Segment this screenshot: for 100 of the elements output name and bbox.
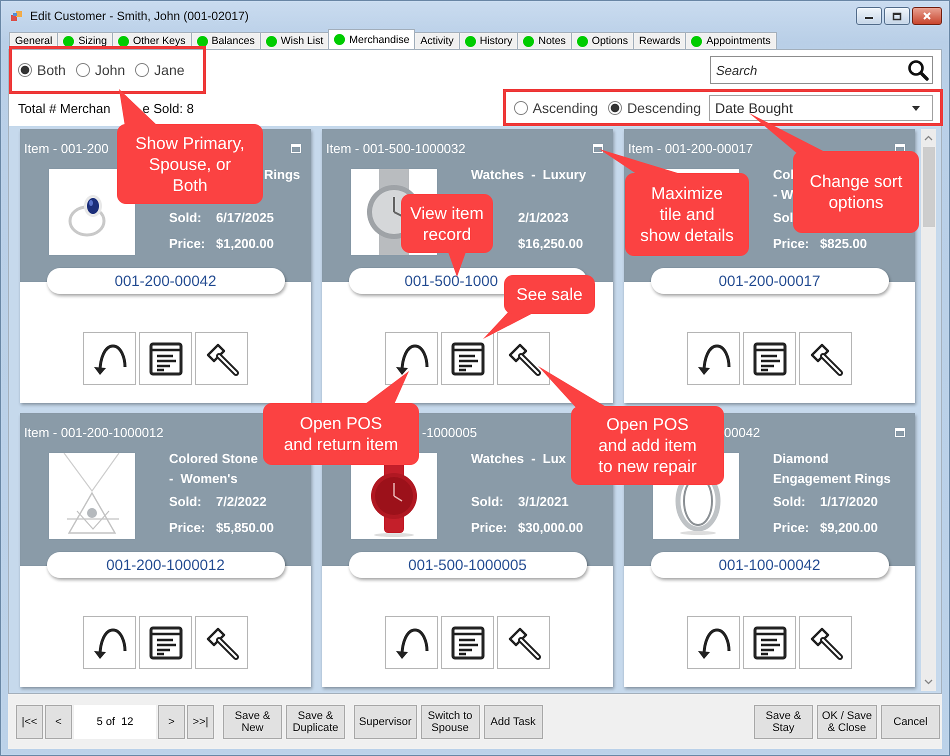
action-button[interactable]: Save & New — [223, 704, 282, 738]
price-label: Price: — [773, 519, 810, 537]
scrollbar[interactable] — [921, 129, 936, 691]
tab[interactable]: Notes — [517, 32, 572, 49]
sold-date: 3/1/2021 — [518, 493, 569, 511]
return-button[interactable] — [83, 332, 136, 385]
price-value: $825.00 — [820, 235, 867, 253]
item-number-link[interactable]: 001-200-00017 — [650, 268, 888, 294]
item-title: Item - 001-200 — [24, 140, 109, 156]
repair-button[interactable] — [497, 616, 550, 669]
maximize-tile-button[interactable] — [895, 428, 905, 436]
price-value: $9,200.00 — [820, 519, 878, 537]
scroll-down-icon — [924, 679, 933, 685]
first-page-button[interactable]: |<< — [16, 704, 43, 738]
sale-record-button[interactable] — [743, 332, 796, 385]
sold-label: Sol — [773, 209, 794, 227]
sale-record-button[interactable] — [441, 332, 494, 385]
item-number-link[interactable]: 001-500-1000005 — [348, 552, 586, 578]
item-number-link[interactable]: 001-200-00042 — [46, 268, 284, 294]
return-button[interactable] — [83, 616, 136, 669]
return-button[interactable] — [385, 616, 438, 669]
total-sold-label: Total # Merchan — [18, 100, 110, 116]
tab[interactable]: Merchandise — [328, 29, 416, 49]
category-label: Watches - Luxury — [471, 166, 586, 184]
action-button[interactable]: Add Task — [484, 704, 543, 738]
maximize-tile-button[interactable] — [593, 144, 603, 152]
document-icon — [148, 624, 184, 660]
maximize-icon — [892, 12, 902, 20]
category-label: Colored Stone — [169, 450, 258, 468]
category-label: Watches - Lux — [471, 450, 566, 468]
minimize-button[interactable] — [856, 7, 882, 25]
sale-record-button[interactable] — [441, 616, 494, 669]
action-button[interactable]: OK / Save & Close — [816, 704, 877, 738]
maximize-button[interactable] — [884, 7, 910, 25]
last-page-button[interactable]: >>| — [187, 704, 214, 738]
price-value: $1,200.00 — [216, 235, 274, 253]
tab[interactable]: History — [458, 32, 518, 49]
sold-date: 1/17/2020 — [820, 493, 878, 511]
tab[interactable]: Balances — [190, 32, 261, 49]
sold-date: 2/1/2023 — [518, 209, 569, 227]
tab[interactable]: Rewards — [632, 32, 686, 49]
return-button[interactable] — [385, 332, 438, 385]
maximize-icon — [895, 428, 905, 436]
next-page-button[interactable]: > — [158, 704, 185, 738]
repair-button[interactable] — [497, 332, 550, 385]
action-button[interactable]: Switch to Spouse — [420, 704, 480, 738]
document-icon — [148, 340, 184, 376]
page-position-field[interactable]: 5 of 12 — [74, 704, 156, 738]
sale-record-button[interactable] — [139, 616, 192, 669]
document-icon — [450, 340, 486, 376]
sold-date: 7/2/2022 — [216, 493, 267, 511]
price-label: Price: — [773, 235, 810, 253]
price-value: $30,000.00 — [518, 519, 584, 537]
category-label: - W — [773, 186, 794, 204]
maximize-tile-button[interactable] — [291, 144, 301, 152]
action-button[interactable]: Supervisor — [354, 704, 417, 738]
radio-button[interactable]: Both — [18, 62, 66, 78]
tab[interactable]: Options — [570, 32, 634, 49]
search-field[interactable]: Search — [710, 56, 933, 84]
scroll-up-icon — [924, 135, 933, 141]
sale-record-button[interactable] — [139, 332, 192, 385]
tab[interactable]: Appointments — [685, 32, 777, 49]
maximize-icon — [291, 144, 301, 152]
action-button[interactable]: Save & Stay — [754, 704, 813, 738]
sold-label: Sold: — [169, 209, 202, 227]
radio-button[interactable]: Descending — [608, 100, 701, 116]
sort-dropdown[interactable]: Date Bought — [709, 95, 933, 121]
app-icon — [10, 8, 24, 22]
tab[interactable]: Activity — [414, 32, 460, 49]
repair-button[interactable] — [195, 332, 248, 385]
close-icon — [922, 11, 932, 21]
return-button[interactable] — [687, 332, 740, 385]
action-button[interactable]: Save & Duplicate — [286, 704, 345, 738]
radio-button[interactable]: John — [76, 62, 126, 78]
sold-label: Sold: — [773, 493, 806, 511]
price-value: $5,850.00 — [216, 519, 274, 537]
item-number-link[interactable]: 001-100-00042 — [650, 552, 888, 578]
action-button[interactable]: Cancel — [881, 704, 940, 738]
total-sold-label: e Sold: 8 — [142, 100, 194, 116]
return-button[interactable] — [687, 616, 740, 669]
item-title: Item - 001-200-00017 — [628, 140, 754, 156]
repair-button[interactable] — [799, 616, 852, 669]
sold-date: 6/17/2025 — [216, 209, 274, 227]
item-title: Item - 001-200-1000012 — [24, 424, 164, 440]
price-label: Price: — [169, 235, 206, 253]
category-label: Rings — [264, 166, 300, 184]
sale-record-button[interactable] — [743, 616, 796, 669]
tab[interactable]: Wish List — [260, 32, 330, 49]
scroll-thumb[interactable] — [922, 147, 934, 227]
maximize-tile-button[interactable] — [895, 144, 905, 152]
previous-page-button[interactable]: < — [45, 704, 72, 738]
maximize-icon — [593, 144, 603, 152]
item-number-link[interactable]: 001-200-1000012 — [46, 552, 284, 578]
item-title: Item - 001-500-1000032 — [326, 140, 466, 156]
repair-button[interactable] — [799, 332, 852, 385]
radio-button[interactable]: Ascending — [514, 100, 598, 116]
repair-button[interactable] — [195, 616, 248, 669]
close-button[interactable] — [912, 7, 942, 25]
category-label: Diamond — [773, 450, 829, 468]
radio-button[interactable]: Jane — [135, 62, 185, 78]
